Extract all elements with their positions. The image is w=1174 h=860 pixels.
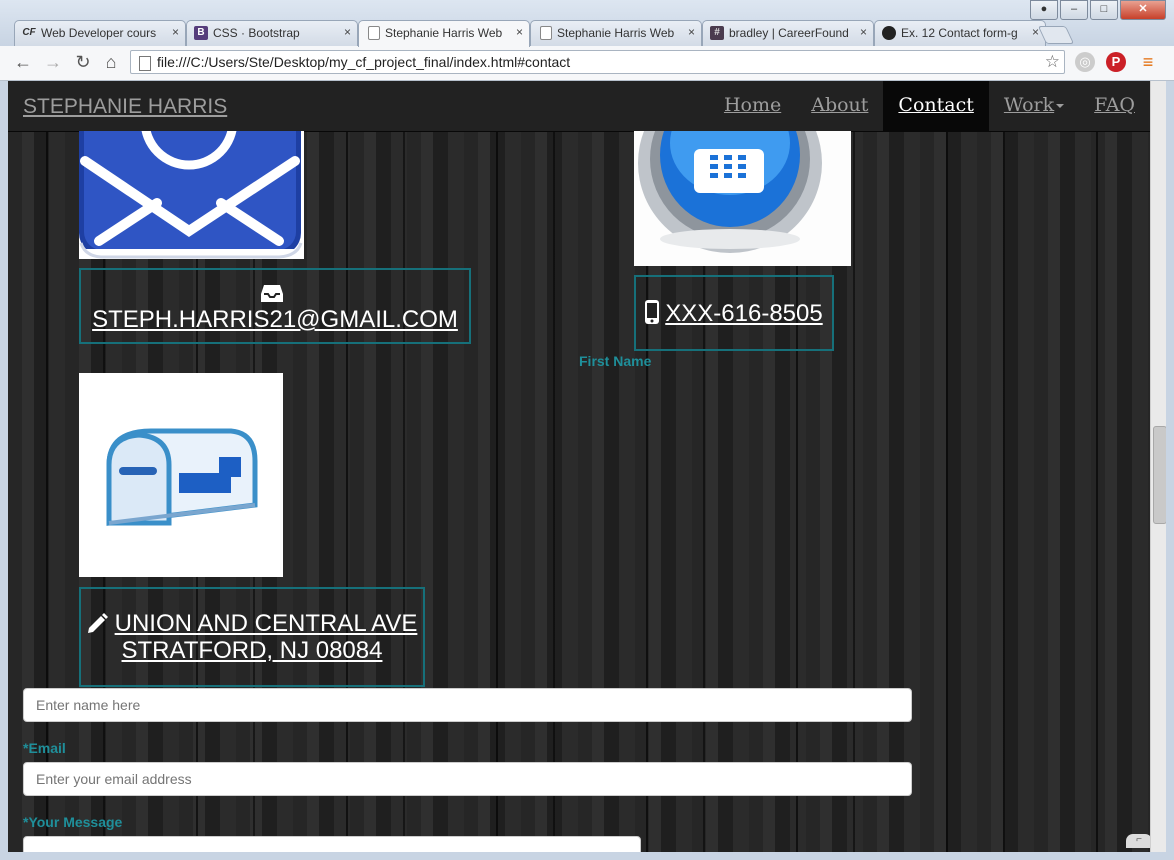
window-controls: ● – □ ✕ xyxy=(1030,0,1166,20)
close-window-button[interactable]: ✕ xyxy=(1120,0,1166,20)
close-tab-icon[interactable]: × xyxy=(860,25,867,39)
close-tab-icon[interactable]: × xyxy=(516,25,523,39)
scroll-hint-icon: ⌐ xyxy=(1126,834,1150,848)
forward-icon[interactable]: → xyxy=(42,52,64,73)
scrollbar-thumb[interactable] xyxy=(1153,426,1167,524)
address-line-1: UNION AND CENTRAL AVE xyxy=(114,610,418,637)
bootstrap-favicon-icon: B xyxy=(194,26,208,40)
close-tab-icon[interactable]: × xyxy=(688,25,695,39)
message-textarea[interactable] xyxy=(23,836,641,852)
phone-link[interactable]: XXX-616-8505 xyxy=(645,299,823,327)
email-contact-box[interactable]: STEPH.HARRIS21@GMAIL.COM xyxy=(79,268,471,344)
tab-stephanie-harris[interactable]: Stephanie Harris Web × xyxy=(530,20,702,46)
browser-toolbar: ← → ↻ ⌂ file:///C:/Users/Ste/Desktop/my_… xyxy=(0,46,1174,81)
caret-down-icon xyxy=(1056,104,1065,108)
tab-title: CSS · Bootstrap xyxy=(213,26,300,40)
email-label: *Email xyxy=(23,740,66,756)
email-link[interactable]: STEPH.HARRIS21@GMAIL.COM xyxy=(81,279,469,333)
tab-title: bradley | CareerFound xyxy=(729,26,849,40)
tab-title: Web Developer cours xyxy=(41,26,157,40)
page-favicon-icon xyxy=(368,26,380,40)
email-address: STEPH.HARRIS21@GMAIL.COM xyxy=(92,306,458,333)
pencil-icon xyxy=(87,613,108,633)
tab-title: Ex. 12 Contact form-g xyxy=(901,26,1018,40)
back-icon[interactable]: ← xyxy=(12,52,34,73)
careerfoundry-favicon-icon: CF xyxy=(22,27,36,38)
tab-css-bootstrap[interactable]: B CSS · Bootstrap × xyxy=(186,20,358,46)
email-input[interactable] xyxy=(23,762,912,796)
site-navbar: STEPHANIE HARRIS Home About Contact Work… xyxy=(8,81,1150,132)
pinterest-icon[interactable]: P xyxy=(1106,52,1126,72)
page-viewport: STEPHANIE HARRIS Home About Contact Work… xyxy=(8,81,1150,852)
menu-icon[interactable]: ≡ xyxy=(1138,52,1158,72)
site-nav-links: Home About Contact Work FAQ xyxy=(709,81,1150,131)
nav-work-label: Work xyxy=(1003,94,1055,116)
tab-title: Stephanie Harris Web xyxy=(557,26,675,40)
slack-favicon-icon: # xyxy=(710,26,724,40)
nav-home[interactable]: Home xyxy=(709,81,796,131)
inbox-icon xyxy=(261,285,283,302)
bookmark-star-icon[interactable]: ☆ xyxy=(1045,52,1060,72)
close-tab-icon[interactable]: × xyxy=(344,25,351,39)
address-link[interactable]: UNION AND CENTRAL AVE STRATFORD, NJ 08084 xyxy=(87,610,418,664)
address-bar[interactable]: file:///C:/Users/Ste/Desktop/my_cf_proje… xyxy=(130,50,1065,74)
nav-faq[interactable]: FAQ xyxy=(1079,81,1150,131)
browser-titlebar: CF Web Developer cours × B CSS · Bootstr… xyxy=(0,0,1174,47)
file-icon xyxy=(139,56,151,71)
name-input[interactable] xyxy=(23,688,912,722)
minimize-button[interactable]: – xyxy=(1060,0,1088,20)
phone-number: XXX-616-8505 xyxy=(665,299,823,327)
address-contact-box[interactable]: UNION AND CENTRAL AVE STRATFORD, NJ 08084 xyxy=(79,587,425,687)
url-text: file:///C:/Users/Ste/Desktop/my_cf_proje… xyxy=(157,54,571,70)
home-icon[interactable]: ⌂ xyxy=(100,52,122,73)
github-favicon-icon xyxy=(882,26,896,40)
mobile-phone-icon xyxy=(645,299,660,324)
page-scrollbar[interactable] xyxy=(1150,81,1167,852)
address-line-2: STRATFORD, NJ 08084 xyxy=(121,637,383,664)
tab-title: Stephanie Harris Web xyxy=(385,26,503,40)
first-name-label: First Name xyxy=(579,353,652,369)
tab-web-developer-course[interactable]: CF Web Developer cours × xyxy=(14,20,186,46)
nav-about[interactable]: About xyxy=(796,81,883,131)
reload-icon[interactable]: ↻ xyxy=(72,52,94,73)
window-frame xyxy=(0,852,1174,860)
tab-stephanie-harris-active[interactable]: Stephanie Harris Web × xyxy=(358,20,530,47)
window-frame xyxy=(0,81,8,860)
phone-contact-box[interactable]: XXX-616-8505 xyxy=(634,275,834,351)
maximize-button[interactable]: □ xyxy=(1090,0,1118,20)
tab-bradley-careerfoundry[interactable]: # bradley | CareerFound × xyxy=(702,20,874,46)
close-tab-icon[interactable]: × xyxy=(172,25,179,39)
envelope-image xyxy=(79,131,304,259)
telephone-image xyxy=(634,131,851,266)
message-label: *Your Message xyxy=(23,814,123,830)
page-favicon-icon xyxy=(540,26,552,40)
nav-contact[interactable]: Contact xyxy=(883,81,989,131)
mailbox-image xyxy=(79,373,283,577)
site-brand[interactable]: STEPHANIE HARRIS xyxy=(23,95,227,119)
extension-icon[interactable]: ◎ xyxy=(1075,52,1095,72)
nav-work[interactable]: Work xyxy=(989,81,1079,131)
window-frame xyxy=(1166,81,1174,860)
tab-ex12-contact-form[interactable]: Ex. 12 Contact form-g × xyxy=(874,20,1046,46)
user-profile-icon[interactable]: ● xyxy=(1030,0,1058,20)
